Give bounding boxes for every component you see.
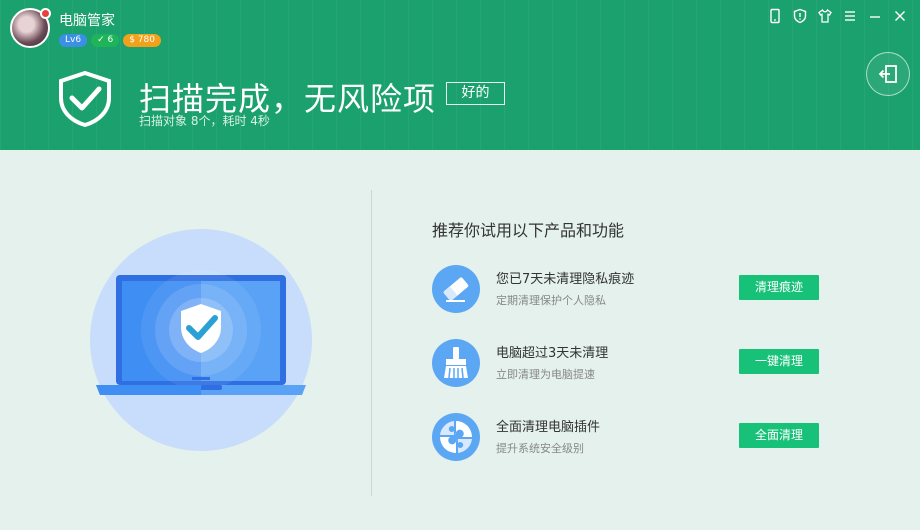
- clean-traces-button[interactable]: 清理痕迹: [739, 275, 819, 300]
- recommend-sub-text: 定期清理保护个人隐私: [496, 294, 606, 307]
- menu-icon[interactable]: [842, 8, 858, 24]
- laptop-shield-illustration: [90, 229, 312, 451]
- scan-summary: 扫描对象 8个，耗时 4秒: [139, 114, 270, 128]
- shield-icon[interactable]: [792, 8, 808, 24]
- section-divider: [371, 190, 372, 496]
- recommend-main-text: 全面清理电脑插件: [496, 420, 601, 435]
- recommend-title: 推荐你试用以下产品和功能: [432, 221, 625, 240]
- eraser-icon: [432, 265, 480, 313]
- shield-check-icon: [56, 70, 114, 128]
- coin-badge[interactable]: $ 780: [123, 34, 161, 47]
- recommend-item-privacy: 您已7天未清理隐私痕迹 定期清理保护个人隐私 清理痕迹: [432, 265, 822, 317]
- phone-icon[interactable]: [767, 8, 783, 24]
- puzzle-icon: [432, 413, 480, 461]
- ok-button[interactable]: 好的: [446, 82, 505, 105]
- header-banner: 电脑管家 Lv6 ✓ 6 $ 780 扫描完成，无风险项 好的 扫描对象 8个，…: [0, 0, 920, 150]
- user-badges: Lv6 ✓ 6 $ 780: [59, 34, 161, 47]
- level-badge[interactable]: Lv6: [59, 34, 88, 47]
- minimize-icon[interactable]: [867, 8, 883, 24]
- app-title: 电脑管家: [59, 13, 115, 29]
- check-badge[interactable]: ✓ 6: [91, 34, 120, 47]
- notification-dot: [40, 8, 51, 19]
- recommend-main-text: 您已7天未清理隐私痕迹: [496, 272, 635, 287]
- skin-icon[interactable]: [817, 8, 833, 24]
- recommend-sub-text: 提升系统安全级别: [496, 442, 584, 455]
- one-click-clean-button[interactable]: 一键清理: [739, 349, 819, 374]
- recommend-item-plugins: 全面清理电脑插件 提升系统安全级别 全面清理: [432, 413, 822, 465]
- close-icon[interactable]: [892, 8, 908, 24]
- window-controls: [767, 8, 908, 24]
- recommend-main-text: 电脑超过3天未清理: [496, 346, 609, 361]
- recommend-item-cleanup: 电脑超过3天未清理 立即清理为电脑提速 一键清理: [432, 339, 822, 391]
- full-clean-button[interactable]: 全面清理: [739, 423, 819, 448]
- broom-icon: [432, 339, 480, 387]
- exit-icon[interactable]: [866, 52, 910, 96]
- recommend-sub-text: 立即清理为电脑提速: [496, 368, 595, 381]
